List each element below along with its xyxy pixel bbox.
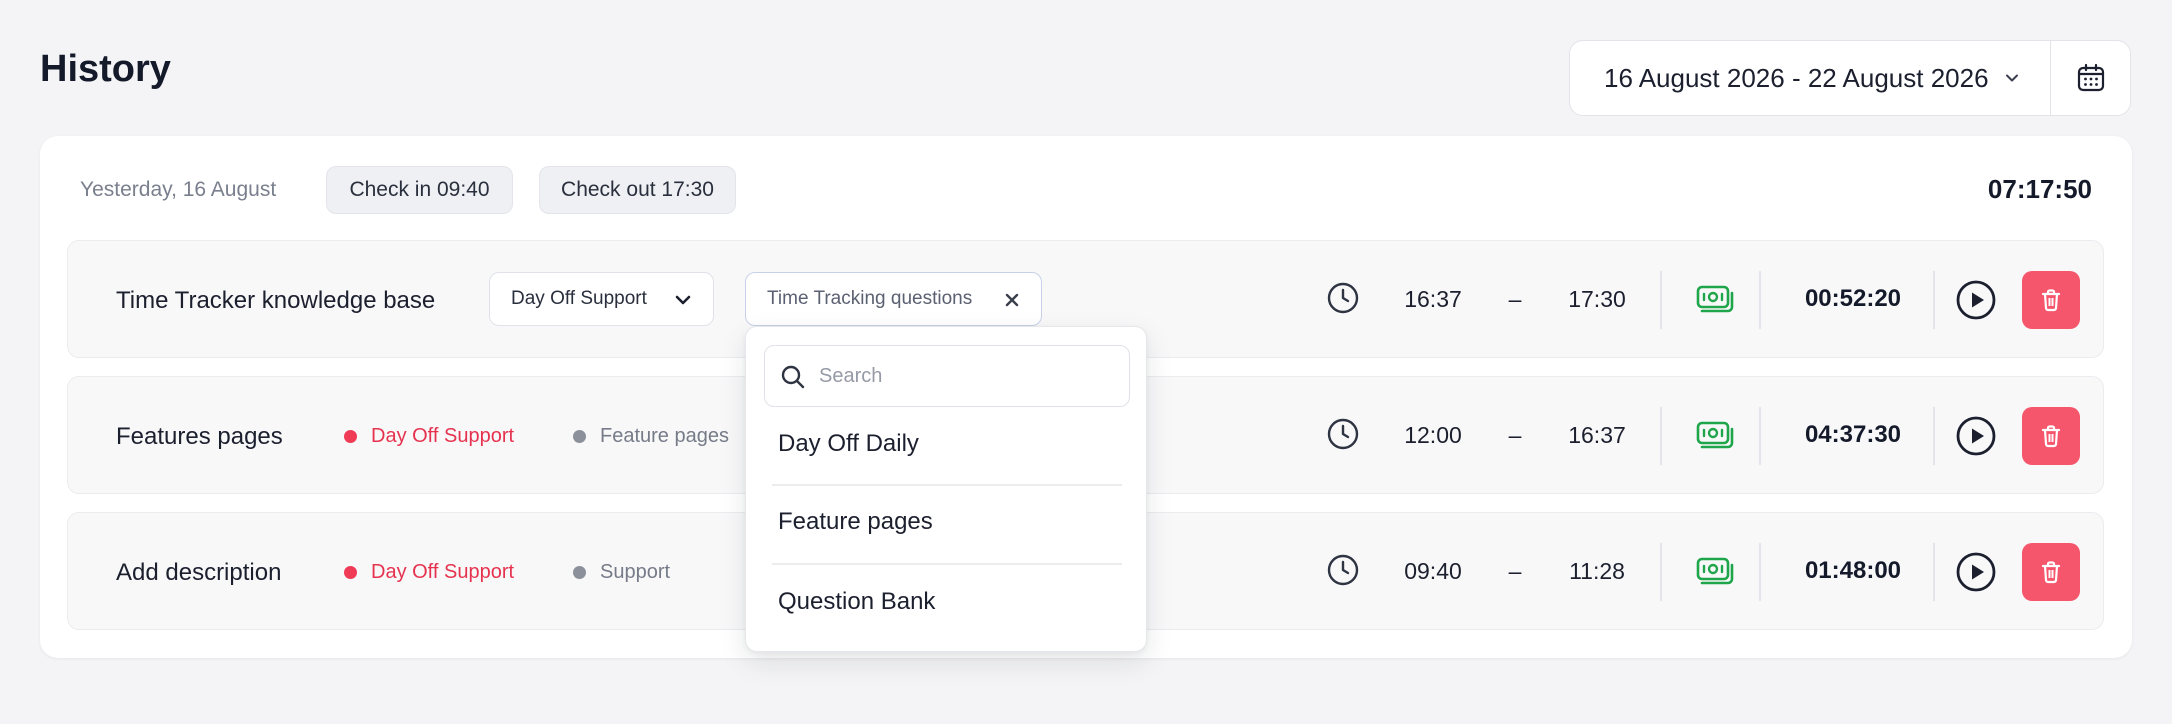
calendar-icon	[2075, 62, 2107, 94]
divider	[1660, 271, 1662, 329]
project-dropdown-label: Day Off Support	[511, 288, 647, 309]
divider	[772, 484, 1122, 486]
dropdown-option[interactable]: Day Off Daily	[772, 415, 1122, 473]
chevron-down-icon	[673, 290, 693, 310]
trash-icon	[2038, 559, 2064, 585]
entry-duration: 04:37:30	[1804, 421, 1902, 448]
task-dropdown-menu: Day Off Daily Feature pages Question Ban…	[745, 326, 1147, 652]
entry-title[interactable]: Features pages	[116, 423, 283, 451]
end-time[interactable]: 11:28	[1552, 558, 1642, 585]
trash-icon	[2038, 423, 2064, 449]
play-icon[interactable]	[1955, 415, 1997, 457]
project-dropdown[interactable]: Day Off Support	[489, 272, 714, 326]
task-tag-label: Feature pages	[600, 425, 729, 447]
date-range-dropdown[interactable]: 16 August 2026 - 22 August 2026	[1570, 41, 2050, 115]
end-time[interactable]: 17:30	[1552, 286, 1642, 313]
time-separator: –	[1508, 558, 1522, 584]
day-total-time: 07:17:50	[1987, 174, 2092, 204]
dropdown-option[interactable]: Feature pages	[772, 493, 1122, 551]
divider	[1759, 271, 1761, 329]
time-separator: –	[1508, 286, 1522, 312]
check-in-chip: Check in 09:40	[326, 166, 513, 214]
trash-icon	[2038, 287, 2064, 313]
divider	[1933, 271, 1935, 329]
play-icon[interactable]	[1955, 279, 1997, 321]
search-field	[764, 345, 1130, 407]
billable-icon[interactable]	[1695, 551, 1735, 591]
task-selector-label: Time Tracking questions	[767, 288, 973, 309]
task-dot	[573, 430, 586, 443]
date-range-picker: 16 August 2026 - 22 August 2026	[1569, 40, 2131, 116]
start-time[interactable]: 16:37	[1388, 286, 1478, 313]
entry-title[interactable]: Time Tracker knowledge base	[116, 287, 435, 315]
project-tag[interactable]: Day Off Support	[344, 561, 514, 584]
project-tag[interactable]: Day Off Support	[344, 425, 514, 448]
divider	[1933, 543, 1935, 601]
entry-title[interactable]: Add description	[116, 559, 281, 587]
clock-icon	[1325, 280, 1361, 316]
task-tag[interactable]: Support	[573, 561, 670, 584]
dropdown-option[interactable]: Question Bank	[772, 573, 1122, 631]
date-range-label: 16 August 2026 - 22 August 2026	[1604, 62, 1989, 93]
task-selector[interactable]: Time Tracking questions	[745, 272, 1042, 326]
divider	[772, 563, 1122, 565]
project-dot	[344, 566, 357, 579]
close-icon[interactable]	[1003, 291, 1021, 309]
divider	[1660, 543, 1662, 601]
entry-duration: 01:48:00	[1804, 557, 1902, 584]
clock-icon	[1325, 552, 1361, 588]
delete-button[interactable]	[2022, 271, 2080, 329]
day-header: Yesterday, 16 August Check in 09:40 Chec…	[40, 136, 2132, 236]
day-label: Yesterday, 16 August	[80, 178, 277, 201]
divider	[1660, 407, 1662, 465]
chevron-down-icon	[2003, 69, 2021, 87]
project-dot	[344, 430, 357, 443]
task-tag[interactable]: Feature pages	[573, 425, 729, 448]
check-out-chip: Check out 17:30	[539, 166, 736, 214]
delete-button[interactable]	[2022, 543, 2080, 601]
page-title: History	[40, 48, 171, 90]
project-tag-label: Day Off Support	[371, 561, 515, 583]
project-tag-label: Day Off Support	[371, 425, 515, 447]
entry-duration: 00:52:20	[1804, 285, 1902, 312]
search-icon	[779, 363, 807, 391]
calendar-button[interactable]	[2050, 41, 2130, 115]
start-time[interactable]: 09:40	[1388, 558, 1478, 585]
clock-icon	[1325, 416, 1361, 452]
divider	[1933, 407, 1935, 465]
delete-button[interactable]	[2022, 407, 2080, 465]
start-time[interactable]: 12:00	[1388, 422, 1478, 449]
divider	[1759, 543, 1761, 601]
divider	[1759, 407, 1761, 465]
task-dot	[573, 566, 586, 579]
play-icon[interactable]	[1955, 551, 1997, 593]
search-input[interactable]	[819, 358, 1119, 394]
billable-icon[interactable]	[1695, 415, 1735, 455]
time-separator: –	[1508, 422, 1522, 448]
billable-icon[interactable]	[1695, 279, 1735, 319]
task-tag-label: Support	[600, 561, 671, 583]
end-time[interactable]: 16:37	[1552, 422, 1642, 449]
